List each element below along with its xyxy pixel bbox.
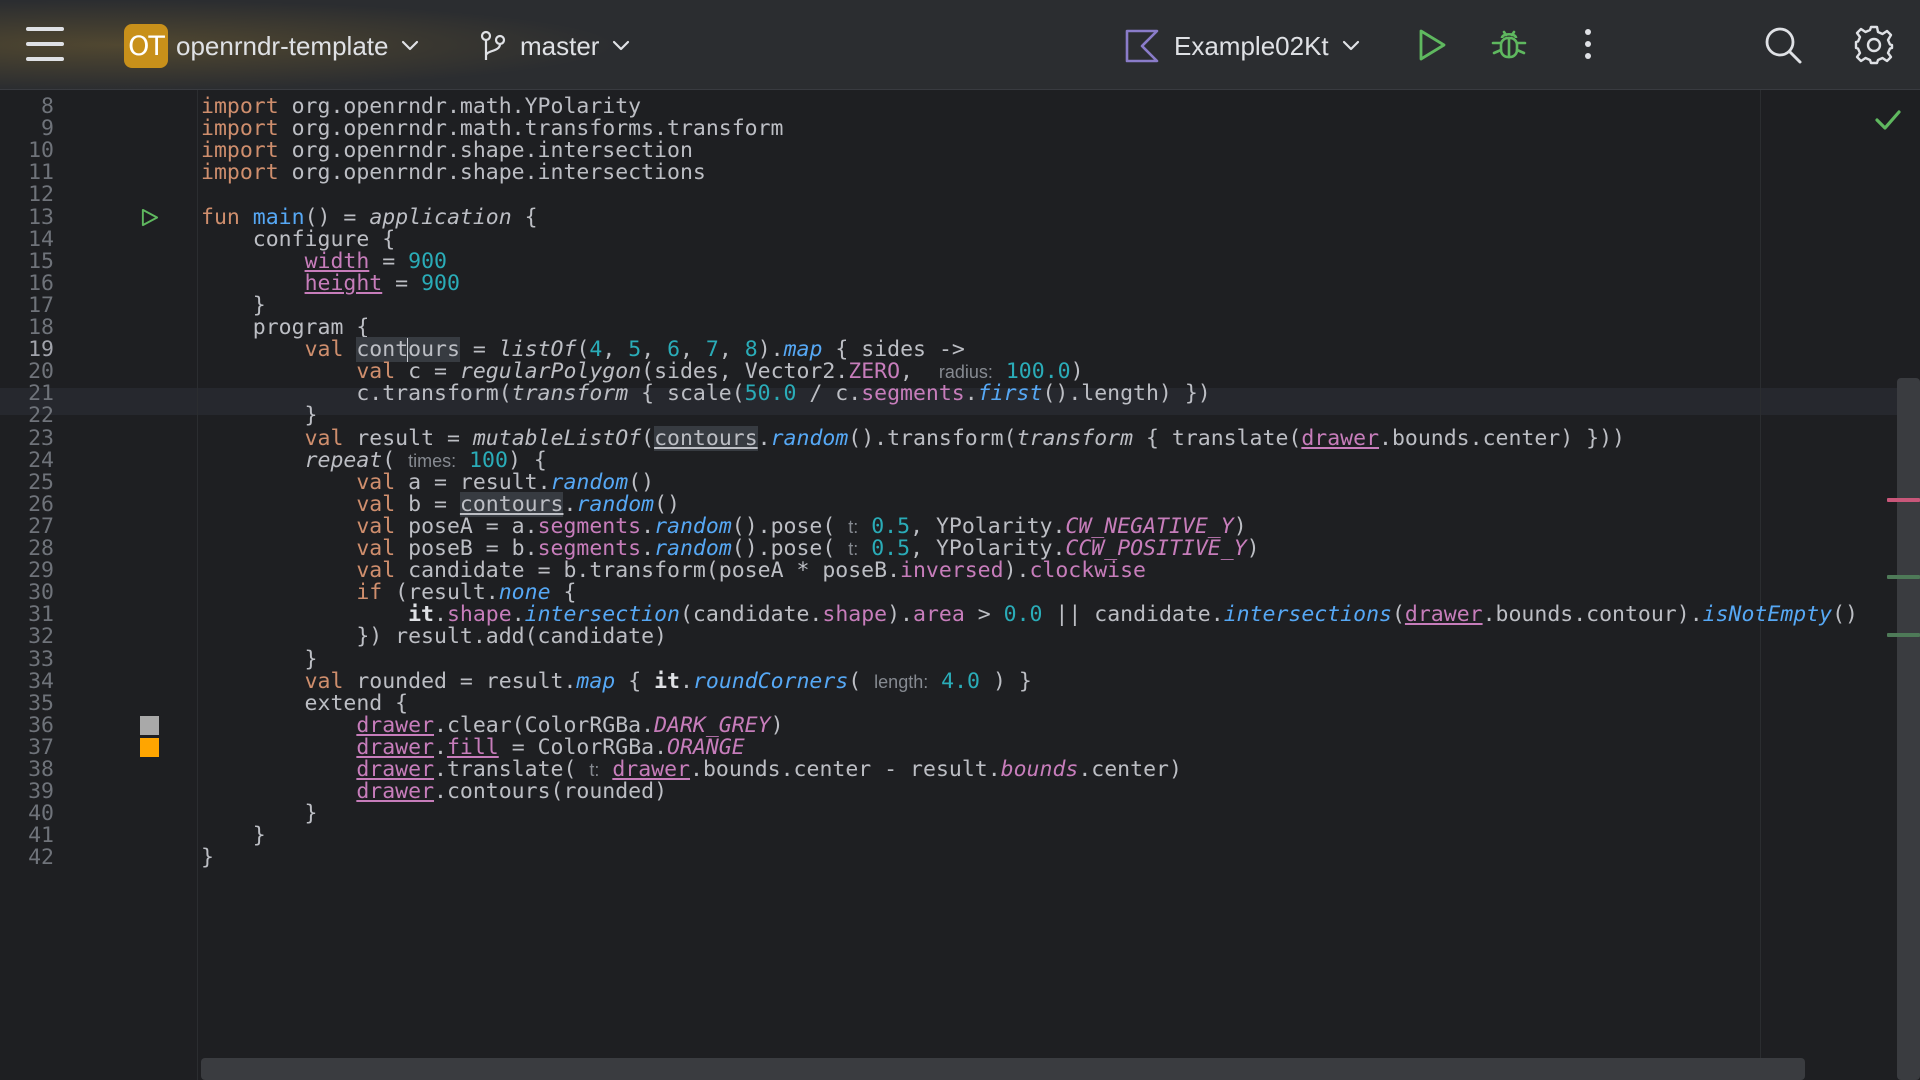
parameter-hint: t:: [848, 539, 859, 559]
vcs-branch-selector[interactable]: master: [478, 24, 631, 68]
debug-icon: [1491, 30, 1527, 59]
parameter-hint: radius:: [938, 362, 993, 383]
run-configuration-selector[interactable]: Example02Kt: [1124, 24, 1361, 68]
menu-icon: [26, 27, 64, 31]
main-menu-button[interactable]: [26, 27, 64, 61]
code-line[interactable]: 42}: [0, 844, 1900, 871]
color-swatch-orange[interactable]: [140, 737, 159, 757]
run-button[interactable]: [1414, 26, 1450, 64]
gutter-run-icon[interactable]: [140, 208, 159, 227]
code-editor[interactable]: 8 import org.openrndr.math.YPolarity 9 impo…: [0, 90, 1920, 1080]
run-icon: [1419, 29, 1446, 61]
line-number[interactable]: 42: [0, 844, 54, 871]
parameter-hint: t:: [848, 516, 859, 537]
settings-button[interactable]: [1852, 23, 1896, 67]
chevron-down-icon: [1342, 40, 1359, 51]
change-stripe-marker[interactable]: [1887, 633, 1920, 637]
branch-icon: [480, 30, 506, 60]
more-actions-button[interactable]: [1576, 24, 1600, 64]
color-swatch-grey[interactable]: [140, 715, 159, 735]
main-toolbar: OT openrndr-template master Example02Kt: [0, 0, 1920, 90]
horizontal-scrollbar[interactable]: [201, 1058, 1805, 1080]
parameter-hint: times:: [408, 450, 457, 471]
project-badge: OT: [124, 24, 168, 68]
parameter-hint: t:: [589, 760, 600, 780]
branch-name: master: [520, 30, 600, 61]
error-stripe-marker[interactable]: [1887, 498, 1920, 502]
more-icon: [1585, 29, 1591, 59]
menu-icon-bar: [26, 57, 64, 61]
kotlin-icon: [1125, 29, 1159, 63]
search-button[interactable]: [1762, 24, 1804, 66]
parameter-hint: length:: [874, 671, 929, 692]
debug-button[interactable]: [1489, 24, 1529, 64]
change-stripe-marker[interactable]: [1887, 575, 1920, 579]
search-icon: [1765, 27, 1802, 64]
vertical-scrollbar[interactable]: [1897, 378, 1920, 1080]
chevron-down-icon: [402, 40, 419, 51]
gear-icon: [1854, 25, 1894, 65]
check-icon: [1875, 110, 1901, 130]
project-selector[interactable]: OT openrndr-template: [124, 24, 420, 68]
code-token: }: [201, 845, 214, 871]
run-configuration-name: Example02Kt: [1174, 30, 1329, 61]
project-name: openrndr-template: [176, 30, 389, 61]
chevron-down-icon: [613, 40, 630, 51]
code-text[interactable]: }: [201, 844, 214, 871]
menu-icon-bar: [26, 42, 64, 46]
